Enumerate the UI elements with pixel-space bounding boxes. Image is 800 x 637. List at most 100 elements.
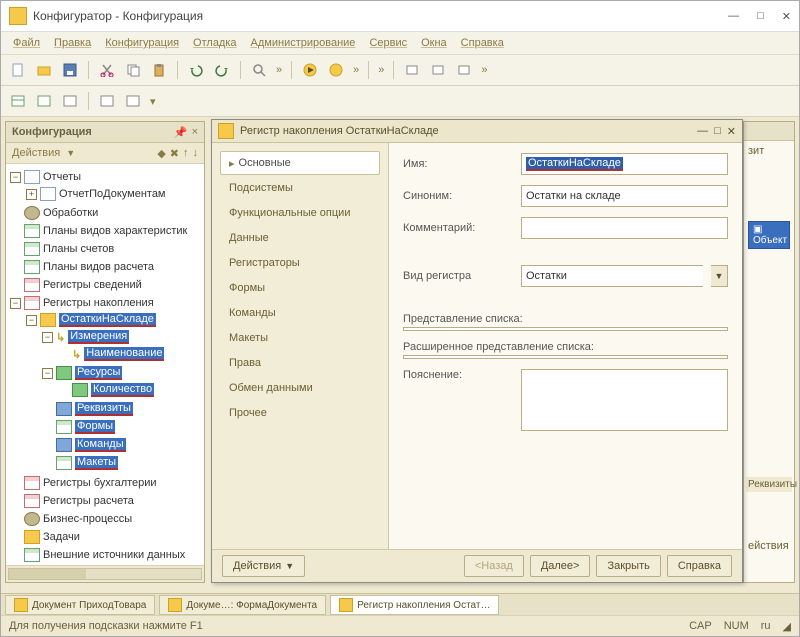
tree-acc-registers[interactable]: Регистры бухгалтерии (43, 477, 157, 489)
menu-file[interactable]: Файл (13, 37, 40, 49)
tree-reports[interactable]: Отчеты (43, 171, 81, 183)
tab-templates[interactable]: Макеты (220, 326, 380, 350)
tab-forms[interactable]: Формы (220, 276, 380, 300)
minimize-button[interactable]: — (728, 10, 739, 23)
tree-commands[interactable]: Команды (75, 438, 126, 452)
tree-report-by-docs[interactable]: ОтчетПоДокументам (59, 188, 166, 200)
tree-name-dim[interactable]: Наименование (84, 347, 164, 361)
panel-tool-b-icon[interactable]: ✖ (170, 147, 179, 160)
panel-pin-icon[interactable]: 📌 (174, 126, 188, 139)
tree-tasks[interactable]: Задачи (43, 531, 80, 543)
tree-toggle[interactable]: − (10, 298, 21, 309)
tree-processings[interactable]: Обработки (43, 207, 98, 219)
menu-debug[interactable]: Отладка (193, 37, 236, 49)
help-button[interactable]: Справка (667, 555, 732, 577)
config-panel-actions[interactable]: Действия ▼ ◆ ✖ ↑ ↓ (6, 143, 204, 164)
tb2-d-icon[interactable] (96, 90, 118, 112)
regtype-select[interactable]: Остатки (521, 265, 703, 287)
maximize-button[interactable]: □ (757, 10, 764, 23)
tree-info-registers[interactable]: Регистры сведений (43, 279, 142, 291)
synonym-input[interactable]: Остатки на складе (521, 185, 728, 207)
editor-titlebar[interactable]: Регистр накопления ОстаткиНаСкладе — □ ✕ (212, 120, 742, 143)
explain-textarea[interactable] (521, 369, 728, 431)
listrep-input[interactable] (403, 327, 728, 331)
close-button[interactable]: ✕ (782, 10, 791, 23)
tree-quantity[interactable]: Количество (91, 383, 154, 397)
tree-char-plans[interactable]: Планы видов характеристик (43, 225, 187, 237)
footer-actions-button[interactable]: Действия ▼ (222, 555, 305, 577)
panel-tool-c-icon[interactable]: ↑ (183, 147, 189, 160)
undo-icon[interactable] (185, 59, 207, 81)
next-button[interactable]: Далее> (530, 555, 591, 577)
extlistrep-input[interactable] (403, 355, 728, 359)
tree-account-plans[interactable]: Планы счетов (43, 243, 114, 255)
tb2-b-icon[interactable] (33, 90, 55, 112)
menu-admin[interactable]: Администрирование (251, 37, 356, 49)
tab-exchange[interactable]: Обмен данными (220, 376, 380, 400)
toolbar-overflow-1[interactable]: » (274, 64, 284, 76)
tree-toggle[interactable]: − (26, 315, 37, 326)
tb2-e-icon[interactable] (122, 90, 144, 112)
tree-forms[interactable]: Формы (75, 420, 115, 434)
config-tree[interactable]: − Отчеты + ОтчетПоДокументам Обработки Пла… (6, 164, 204, 565)
editor-maximize-icon[interactable]: □ (714, 125, 721, 138)
tree-toggle[interactable]: − (10, 172, 21, 183)
redo-icon[interactable] (211, 59, 233, 81)
toolbar-overflow-3[interactable]: » (376, 64, 386, 76)
toolbar-overflow-4[interactable]: » (479, 64, 489, 76)
tool-a-icon[interactable] (401, 59, 423, 81)
save-icon[interactable] (59, 59, 81, 81)
run-icon[interactable] (299, 59, 321, 81)
cut-icon[interactable] (96, 59, 118, 81)
menu-edit[interactable]: Правка (54, 37, 91, 49)
menu-windows[interactable]: Окна (421, 37, 447, 49)
tab-subsystems[interactable]: Подсистемы (220, 176, 380, 200)
panel-tool-d-icon[interactable]: ↓ (193, 147, 199, 160)
tree-ostatki-na-sklade[interactable]: ОстаткиНаСкладе (59, 313, 156, 327)
find-icon[interactable] (248, 59, 270, 81)
tab-func-options[interactable]: Функциональные опции (220, 201, 380, 225)
panel-hscrollbar[interactable] (6, 565, 204, 582)
new-icon[interactable] (7, 59, 29, 81)
tab-registrators[interactable]: Регистраторы (220, 251, 380, 275)
tb2-a-icon[interactable] (7, 90, 29, 112)
close-editor-button[interactable]: Закрыть (596, 555, 660, 577)
panel-tool-a-icon[interactable]: ◆ (157, 147, 165, 160)
menu-service[interactable]: Сервис (369, 37, 407, 49)
comment-input[interactable] (521, 217, 728, 239)
tool-b-icon[interactable] (427, 59, 449, 81)
object-badge[interactable]: ▣ Объект (748, 221, 790, 249)
debug-icon[interactable] (325, 59, 347, 81)
tree-toggle[interactable]: − (42, 332, 53, 343)
wintab-register[interactable]: Регистр накопления Остат… (330, 595, 499, 615)
tb2-overflow[interactable]: ▾ (148, 95, 158, 108)
tree-attributes[interactable]: Реквизиты (75, 402, 133, 416)
tab-commands[interactable]: Команды (220, 301, 380, 325)
editor-close-icon[interactable]: ✕ (727, 125, 736, 138)
tree-calc-registers[interactable]: Регистры расчета (43, 495, 134, 507)
menu-help[interactable]: Справка (461, 37, 504, 49)
tree-toggle[interactable]: + (26, 189, 37, 200)
name-input[interactable]: ОстаткиНаСкладе (521, 153, 728, 175)
paste-icon[interactable] (148, 59, 170, 81)
wintab-doc-prihod[interactable]: Документ ПриходТовара (5, 595, 155, 615)
regtype-dropdown-icon[interactable]: ▼ (711, 265, 728, 287)
tool-c-icon[interactable] (453, 59, 475, 81)
tab-main[interactable]: ▸Основные (220, 151, 380, 175)
tb2-c-icon[interactable] (59, 90, 81, 112)
tab-data[interactable]: Данные (220, 226, 380, 250)
status-resize-grip-icon[interactable]: ◢ (783, 620, 791, 633)
editor-minimize-icon[interactable]: — (697, 125, 708, 138)
copy-icon[interactable] (122, 59, 144, 81)
tree-templates[interactable]: Макеты (75, 456, 118, 470)
back-button[interactable]: <Назад (464, 555, 524, 577)
tree-dimensions[interactable]: Измерения (68, 330, 129, 344)
tree-toggle[interactable]: − (42, 368, 53, 379)
menu-config[interactable]: Конфигурация (105, 37, 179, 49)
panel-close-icon[interactable]: × (192, 126, 198, 138)
wintab-doc-form[interactable]: Докуме…: ФормаДокумента (159, 595, 326, 615)
tree-accum-registers[interactable]: Регистры накопления (43, 297, 154, 309)
tab-other[interactable]: Прочее (220, 401, 380, 425)
tree-calc-plans[interactable]: Планы видов расчета (43, 261, 154, 273)
open-icon[interactable] (33, 59, 55, 81)
